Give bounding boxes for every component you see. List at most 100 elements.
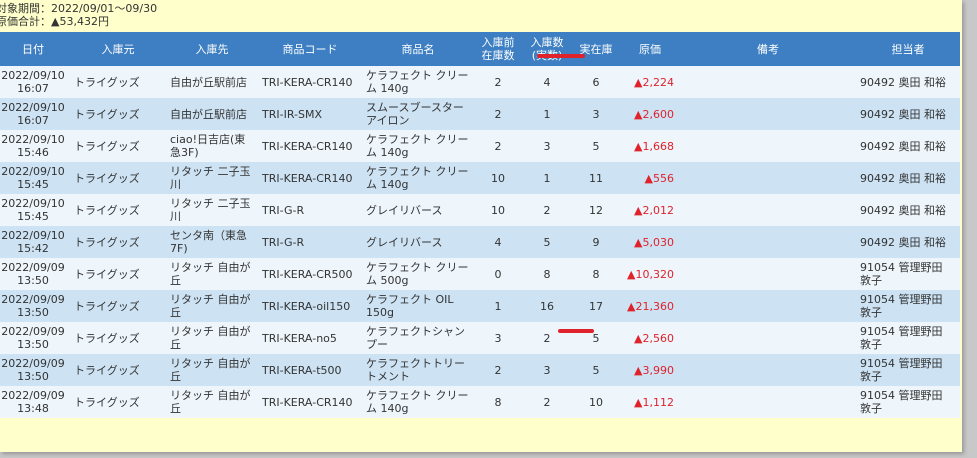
- cell-note: [680, 194, 856, 226]
- cell-staff: 90492 奥田 和裕: [856, 130, 960, 162]
- cell-staff: 90492 奥田 和裕: [856, 66, 960, 98]
- cell-before-stock: 10: [474, 162, 522, 194]
- col-source[interactable]: 入庫元: [70, 32, 166, 66]
- cell-cost: ▲10,320: [620, 258, 680, 290]
- col-cost[interactable]: 原価: [620, 32, 680, 66]
- cell-cost: ▲2,224: [620, 66, 680, 98]
- cell-destination: リタッチ 二子玉川: [166, 162, 258, 194]
- col-actual-stock[interactable]: 実在庫: [572, 32, 620, 66]
- cell-destination: リタッチ 二子玉川: [166, 194, 258, 226]
- cell-before-stock: 1: [474, 290, 522, 322]
- cell-source: トライグッズ: [70, 130, 166, 162]
- cell-product-name: ケラフェクト クリーム 140g: [362, 130, 474, 162]
- col-quantity[interactable]: 入庫数 (実数): [522, 32, 572, 66]
- cell-cost: ▲2,560: [620, 322, 680, 354]
- cell-cost: ▲21,360: [620, 290, 680, 322]
- cell-destination: リタッチ 自由が丘: [166, 354, 258, 386]
- col-product-name[interactable]: 商品名: [362, 32, 474, 66]
- table-row[interactable]: 2022/09/10 15:46 トライグッズ ciao!日吉店(東急3F) TRI-…: [0, 130, 960, 162]
- cell-date: 2022/09/09 13:50: [0, 290, 70, 322]
- cell-cost: ▲556: [620, 162, 680, 194]
- cell-note: [680, 66, 856, 98]
- cell-date: 2022/09/10 16:07: [0, 98, 70, 130]
- table-row[interactable]: 2022/09/10 16:07 トライグッズ 自由が丘駅前店 TRI-IR-SMX ス…: [0, 98, 960, 130]
- table-row[interactable]: 2022/09/10 15:45 トライグッズ リタッチ 二子玉川 TRI-G-R グレ…: [0, 194, 960, 226]
- cell-product-name: グレイリバース: [362, 194, 474, 226]
- cell-before-stock: 2: [474, 98, 522, 130]
- cell-product-code: TRI-G-R: [258, 226, 362, 258]
- cell-source: トライグッズ: [70, 194, 166, 226]
- cell-actual-stock: 5: [572, 322, 620, 354]
- cell-actual-stock: 8: [572, 258, 620, 290]
- value-annotation-underline: [558, 329, 594, 333]
- table-row[interactable]: 2022/09/09 13:50 トライグッズ リタッチ 自由が丘 TRI-KERA-…: [0, 258, 960, 290]
- cell-product-name: ケラフェクト OIL 150g: [362, 290, 474, 322]
- col-note[interactable]: 備考: [680, 32, 856, 66]
- col-destination[interactable]: 入庫先: [166, 32, 258, 66]
- cell-quantity: 2: [522, 322, 572, 354]
- cell-product-code: TRI-KERA-oil150: [258, 290, 362, 322]
- report-meta: 対象期間：2022/09/01～09/30 原価合計：▲53,432円: [0, 0, 962, 28]
- col-date[interactable]: 日付: [0, 32, 70, 66]
- cell-product-code: TRI-KERA-CR140: [258, 66, 362, 98]
- cell-source: トライグッズ: [70, 226, 166, 258]
- cell-cost: ▲2,600: [620, 98, 680, 130]
- period-label: 対象期間：2022/09/01～09/30: [0, 2, 158, 15]
- cell-actual-stock: 9: [572, 226, 620, 258]
- header-annotation-underline: [537, 54, 585, 58]
- cell-source: トライグッズ: [70, 322, 166, 354]
- cell-source: トライグッズ: [70, 258, 166, 290]
- col-before-stock[interactable]: 入庫前 在庫数: [474, 32, 522, 66]
- cell-note: [680, 226, 856, 258]
- cell-quantity: 5: [522, 226, 572, 258]
- cell-product-code: TRI-KERA-CR500: [258, 258, 362, 290]
- cell-note: [680, 354, 856, 386]
- cell-date: 2022/09/10 15:42: [0, 226, 70, 258]
- cell-actual-stock: 11: [572, 162, 620, 194]
- cell-note: [680, 162, 856, 194]
- col-product-code[interactable]: 商品コード: [258, 32, 362, 66]
- cell-destination: 自由が丘駅前店: [166, 66, 258, 98]
- table-row[interactable]: 2022/09/10 15:42 トライグッズ センタ南（東急7F) TRI-G-R グ…: [0, 226, 960, 258]
- col-staff[interactable]: 担当者: [856, 32, 960, 66]
- report-panel: 対象期間：2022/09/01～09/30 原価合計：▲53,432円 日付 入…: [0, 0, 962, 452]
- table-row[interactable]: 2022/09/10 16:07 トライグッズ 自由が丘駅前店 TRI-KERA-CR…: [0, 66, 960, 98]
- cell-quantity: 16: [522, 290, 572, 322]
- cell-actual-stock: 12: [572, 194, 620, 226]
- cell-cost: ▲1,668: [620, 130, 680, 162]
- cell-source: トライグッズ: [70, 354, 166, 386]
- cell-staff: 90492 奥田 和裕: [856, 162, 960, 194]
- cell-note: [680, 290, 856, 322]
- cell-date: 2022/09/09 13:50: [0, 354, 70, 386]
- stock-in-table: 日付 入庫元 入庫先 商品コード 商品名 入庫前 在庫数 入庫数 (実数) 実在…: [0, 32, 960, 418]
- total-cost-label: 原価合計：▲53,432円: [0, 15, 109, 28]
- cell-quantity: 1: [522, 98, 572, 130]
- col-before-stock-line2: 在庫数: [481, 49, 515, 62]
- cell-quantity: 2: [522, 386, 572, 418]
- cell-product-code: TRI-KERA-no5: [258, 322, 362, 354]
- cell-destination: センタ南（東急7F): [166, 226, 258, 258]
- table-row[interactable]: 2022/09/10 15:45 トライグッズ リタッチ 二子玉川 TRI-KERA-…: [0, 162, 960, 194]
- cell-cost: ▲2,012: [620, 194, 680, 226]
- cell-product-name: ケラフェクト クリーム 140g: [362, 386, 474, 418]
- cell-before-stock: 10: [474, 194, 522, 226]
- cell-date: 2022/09/09 13:48: [0, 386, 70, 418]
- cell-staff: 91054 管理野田 敦子: [856, 354, 960, 386]
- table-row[interactable]: 2022/09/09 13:48 トライグッズ リタッチ 自由が丘 TRI-KERA-…: [0, 386, 960, 418]
- cell-source: トライグッズ: [70, 386, 166, 418]
- cell-destination: ciao!日吉店(東急3F): [166, 130, 258, 162]
- cell-actual-stock: 3: [572, 98, 620, 130]
- cell-product-code: TRI-KERA-CR140: [258, 386, 362, 418]
- cell-cost: ▲3,990: [620, 354, 680, 386]
- cell-before-stock: 2: [474, 130, 522, 162]
- cell-product-code: TRI-KERA-CR140: [258, 162, 362, 194]
- cell-staff: 91054 管理野田 敦子: [856, 290, 960, 322]
- cell-product-name: ケラフェクトシャンプー: [362, 322, 474, 354]
- table-row[interactable]: 2022/09/09 13:50 トライグッズ リタッチ 自由が丘 TRI-KERA-…: [0, 322, 960, 354]
- table-row[interactable]: 2022/09/09 13:50 トライグッズ リタッチ 自由が丘 TRI-KERA-…: [0, 290, 960, 322]
- cell-quantity: 1: [522, 162, 572, 194]
- cell-product-code: TRI-IR-SMX: [258, 98, 362, 130]
- table-row[interactable]: 2022/09/09 13:50 トライグッズ リタッチ 自由が丘 TRI-KERA-…: [0, 354, 960, 386]
- cell-cost: ▲5,030: [620, 226, 680, 258]
- cell-date: 2022/09/09 13:50: [0, 258, 70, 290]
